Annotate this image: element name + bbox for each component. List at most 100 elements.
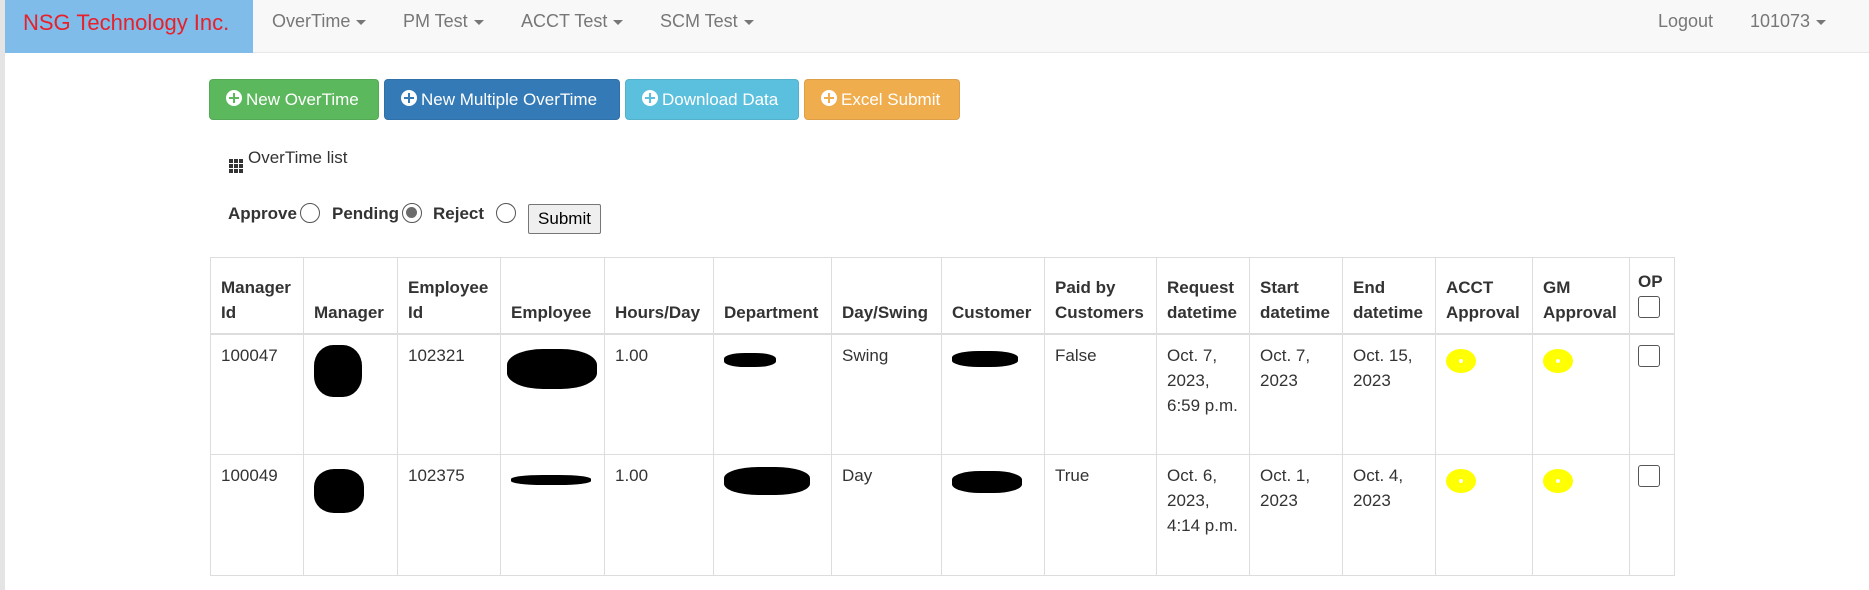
cell-start-datetime: Oct. 1, 2023 — [1249, 454, 1343, 576]
header-employee: Employee — [500, 257, 605, 335]
cell-employee-id: 102321 — [397, 333, 501, 455]
redaction-mark — [511, 475, 591, 485]
menu-overtime-label: OverTime — [272, 11, 351, 31]
new-overtime-button[interactable]: New OverTime — [209, 79, 379, 120]
chevron-down-icon — [356, 19, 367, 25]
cell-employee-redacted — [500, 454, 605, 576]
redaction-mark — [724, 352, 776, 367]
cell-paid-by-customers: True — [1044, 454, 1157, 576]
menu-acct-test[interactable]: ACCT Test — [521, 0, 624, 53]
table-row: 100049 102375 1.00 Day True Oct. 6, 2023… — [210, 454, 1675, 576]
brand-logo[interactable]: NSG Technology Inc. — [5, 0, 253, 53]
cell-request-datetime: Oct. 6, 2023, 4:14 p.m. — [1156, 454, 1250, 576]
chevron-down-icon — [473, 19, 484, 25]
cell-day-swing: Day — [831, 454, 942, 576]
cell-start-datetime: Oct. 7, 2023 — [1249, 333, 1343, 455]
new-multiple-overtime-button[interactable]: New Multiple OverTime — [384, 79, 620, 120]
new-multiple-overtime-label: New Multiple OverTime — [421, 90, 598, 109]
redaction-mark — [314, 344, 362, 397]
cell-manager-id: 100049 — [210, 454, 304, 576]
cell-customer-redacted — [941, 454, 1045, 576]
chevron-down-icon — [613, 19, 624, 25]
chevron-down-icon — [1816, 19, 1827, 25]
pending-label: Pending — [332, 204, 400, 223]
cell-day-swing: Swing — [831, 333, 942, 455]
menu-acct-test-label: ACCT Test — [521, 11, 608, 31]
cell-hours-day: 1.00 — [604, 333, 714, 455]
user-menu[interactable]: 101073 — [1750, 0, 1827, 53]
cell-manager-id: 100047 — [210, 333, 304, 455]
excel-submit-label: Excel Submit — [841, 90, 941, 109]
menu-overtime[interactable]: OverTime — [272, 0, 367, 53]
header-end-datetime: End datetime — [1342, 257, 1436, 335]
pending-radio[interactable] — [402, 203, 422, 223]
cell-end-datetime: Oct. 15, 2023 — [1342, 333, 1436, 455]
download-data-label: Download Data — [662, 90, 779, 109]
plus-circle-icon — [642, 90, 658, 106]
header-manager-id: Manager Id — [210, 257, 304, 335]
header-manager: Manager — [303, 257, 398, 335]
cell-end-datetime: Oct. 4, 2023 — [1342, 454, 1436, 576]
cell-op — [1629, 333, 1675, 455]
excel-submit-button[interactable]: Excel Submit — [804, 79, 960, 120]
header-employee-id: Employee Id — [397, 257, 501, 335]
cell-op — [1629, 454, 1675, 576]
eye-icon[interactable] — [1543, 469, 1573, 493]
cell-customer-redacted — [941, 333, 1045, 455]
cell-request-datetime: Oct. 7, 2023, 6:59 p.m. — [1156, 333, 1250, 455]
cell-acct-approval — [1435, 333, 1533, 455]
header-hours-day: Hours/Day — [604, 257, 714, 335]
cell-department-redacted — [713, 333, 832, 455]
left-edge — [0, 0, 5, 590]
cell-manager-redacted — [303, 454, 398, 576]
header-start-datetime: Start datetime — [1249, 257, 1343, 335]
header-gm-approval: GM Approval — [1532, 257, 1630, 335]
new-overtime-label: New OverTime — [246, 90, 359, 109]
cell-employee-id: 102375 — [397, 454, 501, 576]
header-paid-by-customers: Paid by Customers — [1044, 257, 1157, 335]
menu-scm-test-label: SCM Test — [660, 11, 738, 31]
header-op-label: OP — [1638, 271, 1663, 291]
eye-icon[interactable] — [1446, 348, 1476, 373]
header-request-datetime: Request datetime — [1156, 257, 1250, 335]
table-header-row: Manager Id Manager Employee Id Employee … — [210, 257, 1675, 335]
submit-button[interactable]: Submit — [528, 204, 601, 234]
menu-pm-test-label: PM Test — [403, 11, 468, 31]
header-customer: Customer — [941, 257, 1045, 335]
overtime-table: Manager Id Manager Employee Id Employee … — [210, 257, 1675, 576]
cell-employee-redacted — [500, 333, 605, 455]
redaction-mark — [952, 471, 1022, 493]
user-id-label: 101073 — [1750, 11, 1811, 31]
chevron-down-icon — [743, 19, 754, 25]
eye-icon[interactable] — [1446, 469, 1476, 493]
cell-manager-redacted — [303, 333, 398, 455]
cell-gm-approval — [1532, 333, 1630, 455]
reject-radio[interactable] — [496, 203, 516, 223]
table-row: 100047 102321 1.00 Swing False Oct. 7, 2… — [210, 333, 1675, 455]
cell-gm-approval — [1532, 454, 1630, 576]
menu-scm-test[interactable]: SCM Test — [660, 0, 754, 53]
reject-label: Reject — [433, 204, 485, 223]
redaction-mark — [507, 348, 597, 389]
row-checkbox[interactable] — [1638, 344, 1660, 367]
redaction-mark — [314, 469, 364, 513]
cell-paid-by-customers: False — [1044, 333, 1157, 455]
grid-icon — [229, 159, 243, 173]
header-op: OP — [1629, 257, 1675, 335]
redaction-mark — [724, 467, 810, 495]
header-day-swing: Day/Swing — [831, 257, 942, 335]
top-navbar: NSG Technology Inc. OverTime PM Test ACC… — [5, 0, 1869, 53]
header-acct-approval: ACCT Approval — [1435, 257, 1533, 335]
list-title-text: OverTime list — [248, 148, 348, 167]
approve-radio[interactable] — [300, 203, 320, 223]
select-all-checkbox[interactable] — [1638, 295, 1660, 318]
eye-icon[interactable] — [1543, 348, 1573, 373]
row-checkbox[interactable] — [1638, 465, 1660, 487]
cell-hours-day: 1.00 — [604, 454, 714, 576]
plus-circle-icon — [821, 90, 837, 106]
logout-link[interactable]: Logout — [1658, 0, 1713, 53]
plus-circle-icon — [226, 90, 242, 106]
cell-department-redacted — [713, 454, 832, 576]
download-data-button[interactable]: Download Data — [625, 79, 799, 120]
menu-pm-test[interactable]: PM Test — [403, 0, 484, 53]
